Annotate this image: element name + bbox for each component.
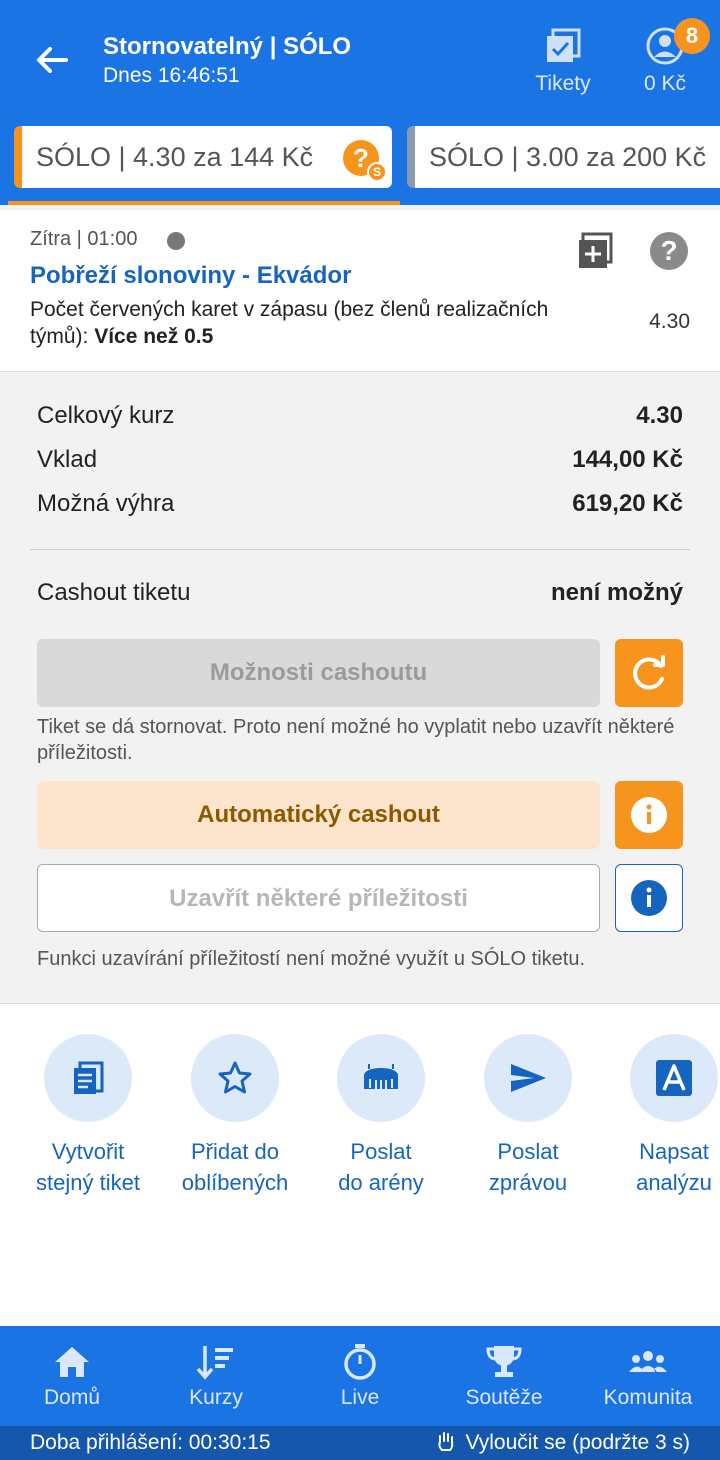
page-title: Stornovatelný | SÓLO [103, 33, 352, 60]
tab-ticket-1[interactable]: SÓLO | 4.30 za 144 Kč [14, 126, 392, 188]
copy-ticket-icon [74, 1061, 104, 1094]
arena-icon [364, 1064, 398, 1089]
action-label: Přidat do [190, 1139, 280, 1164]
tickets-label: Tikety [535, 72, 591, 95]
selection-text: Více než 0.5 [94, 325, 214, 348]
cashout-options-button[interactable]: Možnosti cashoutu [37, 639, 600, 707]
market-description: Počet červených karet v zápasu (bez člen… [30, 296, 590, 350]
refresh-button[interactable] [615, 639, 683, 707]
nav-label: Komunita [603, 1386, 693, 1409]
action-write-analysis[interactable]: Napsat analýzu [604, 1034, 720, 1198]
analysis-icon [656, 1060, 692, 1096]
ticket-actions: Vytvořit stejný tiket Přidat do oblíbených… [0, 1003, 720, 1326]
event-time: Zítra | 01:00 [30, 228, 138, 250]
back-arrow-icon[interactable] [30, 38, 74, 82]
match-name[interactable]: Pobřeží slonoviny - Ekvádor [30, 262, 351, 290]
total-odds-value: 4.30 [636, 402, 683, 429]
nav-competitions[interactable]: Soutěže [444, 1344, 564, 1410]
active-tab-indicator [8, 201, 400, 205]
action-label: Napsat [639, 1139, 709, 1164]
auto-cashout-button[interactable]: Automatický cashout [37, 781, 600, 849]
stopwatch-icon [344, 1344, 376, 1380]
balance-label: 0 Kč [643, 72, 687, 95]
action-label: Poslat [497, 1139, 559, 1164]
info-icon [631, 880, 667, 916]
self-exclude-button[interactable]: Vyloučit se (podržte 3 s) [436, 1426, 690, 1460]
cashout-label: Cashout tiketu [37, 579, 191, 606]
nav-odds[interactable]: Kurzy [156, 1344, 276, 1410]
stake-label: Vklad [37, 446, 98, 473]
send-icon [511, 1064, 546, 1092]
tickets-icon [547, 28, 581, 62]
home-icon [55, 1347, 89, 1377]
nav-live[interactable]: Live [300, 1344, 420, 1410]
total-odds-row: Celkový kurz 4.30 [37, 402, 683, 430]
notification-badge: 8 [674, 18, 710, 54]
add-to-ticket-icon[interactable] [577, 232, 613, 268]
action-label: zprávou [488, 1170, 568, 1195]
cashout-row: Cashout tiketu není možný [37, 579, 683, 607]
trophy-icon [486, 1346, 522, 1377]
action-create-same-ticket[interactable]: Vytvořit stejný tiket [18, 1034, 158, 1198]
action-label: stejný tiket [36, 1170, 140, 1195]
cashout-status: není možný [550, 579, 683, 606]
login-time: Doba přihlášení: 00:30:15 [30, 1431, 271, 1454]
event-odd: 4.30 [649, 310, 690, 333]
nav-community[interactable]: Komunita [588, 1344, 708, 1410]
tickets-button[interactable]: Tikety [528, 26, 598, 96]
header: Stornovatelný | SÓLO Dnes 16:46:51 Tiket… [0, 0, 720, 205]
star-icon [218, 1061, 252, 1094]
possible-win-value: 619,20 Kč [572, 490, 683, 517]
action-label: oblíbených [181, 1170, 289, 1195]
event-card: Zítra | 01:00 ? Pobřeží slonoviny - Ekvá… [0, 210, 720, 372]
action-add-favorites[interactable]: Přidat do oblíbených [165, 1034, 305, 1198]
nav-label: Domů [43, 1386, 101, 1409]
session-status-bar: Doba přihlášení: 00:30:15 Vyloučit se (p… [0, 1426, 720, 1460]
possible-win-row: Možná výhra 619,20 Kč [37, 490, 683, 518]
close-opportunities-button[interactable]: Uzavřít některé příležitosti [37, 864, 600, 932]
football-icon [167, 232, 185, 250]
hand-icon [437, 1432, 453, 1451]
action-label: analýzu [636, 1170, 712, 1195]
page-subtitle: Dnes 16:46:51 [103, 64, 240, 87]
refresh-icon [633, 655, 665, 690]
action-label: Poslat [350, 1139, 412, 1164]
info-icon [631, 797, 667, 833]
tab-ticket-2[interactable]: SÓLO | 3.00 za 200 Kč [407, 126, 720, 188]
community-icon [629, 1351, 667, 1372]
help-icon[interactable]: ? [650, 232, 688, 270]
nav-label: Soutěže [465, 1386, 543, 1409]
bottom-nav: Domů Kurzy Live Soutěže Komunita [0, 1326, 720, 1426]
possible-win-label: Možná výhra [37, 490, 175, 517]
action-send-message[interactable]: Poslat zprávou [458, 1034, 598, 1198]
close-note: Funkci uzavírání příležitostí není možné… [37, 948, 586, 970]
nav-home[interactable]: Domů [12, 1344, 132, 1410]
solo-help-icon[interactable]: ? S [343, 140, 387, 182]
nav-label: Live [340, 1386, 380, 1409]
close-opportunities-info-button[interactable] [615, 864, 683, 932]
stake-value: 144,00 Kč [572, 446, 683, 473]
nav-label: Kurzy [189, 1386, 243, 1409]
auto-cashout-info-button[interactable] [615, 781, 683, 849]
stake-row: Vklad 144,00 Kč [37, 446, 683, 474]
odds-icon [196, 1346, 233, 1380]
self-exclude-label: Vyloučit se (podržte 3 s) [465, 1431, 690, 1454]
total-odds-label: Celkový kurz [37, 402, 175, 429]
action-send-arena[interactable]: Poslat do arény [311, 1034, 451, 1198]
cashout-note: Tiket se dá stornovat. Proto není možné … [37, 716, 675, 764]
action-label: Vytvořit [51, 1139, 125, 1164]
divider [30, 549, 690, 550]
action-label: do arény [338, 1170, 424, 1195]
